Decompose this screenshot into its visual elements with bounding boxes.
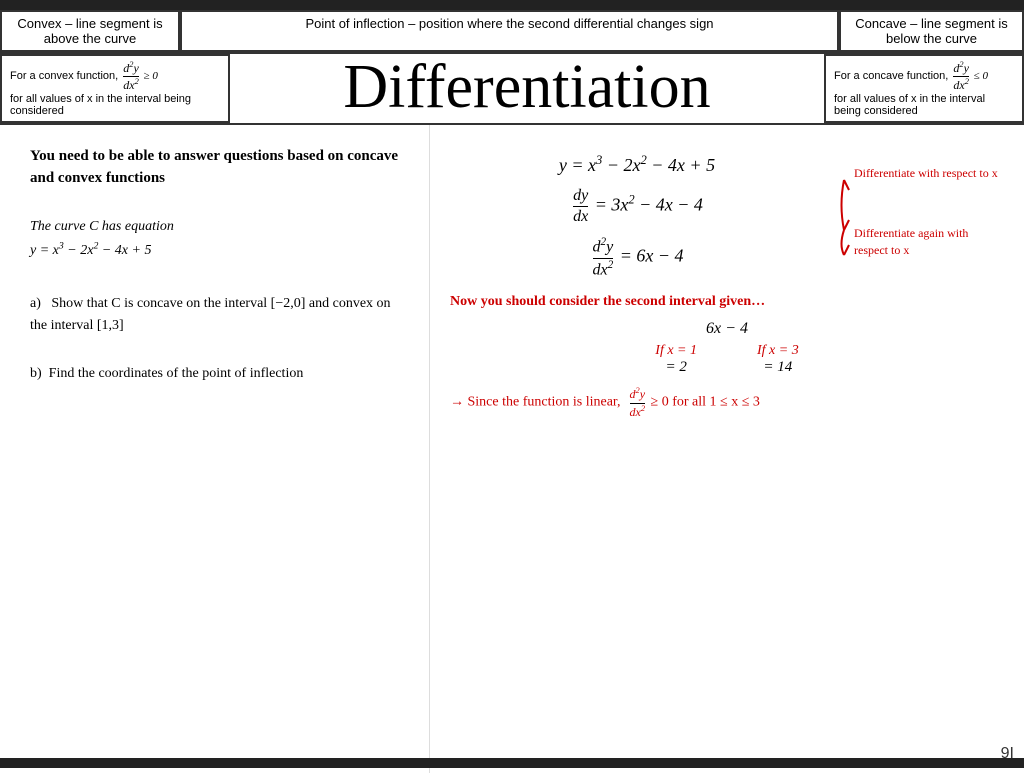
right-panel: y = x3 − 2x2 − 4x + 5 dy dx = 3x2 − 4x −… [430, 125, 1024, 773]
question-b: b) Find the coordinates of the point of … [30, 363, 399, 385]
concave-label: Concave – line segment is below the curv… [855, 16, 1007, 46]
val1-label: = 2 [655, 359, 697, 376]
sub-header-row: For a convex function, d2y dx2 ≥ 0 for a… [0, 54, 1024, 125]
page-title: Differentiation [230, 54, 824, 123]
diff2-annotation: Differentiate again with respect to x [854, 225, 1004, 259]
qa-text: Show that C is concave on the interval [… [30, 296, 391, 333]
eval-x1: If x = 1 = 2 [655, 343, 697, 376]
eval-x3: If x = 3 = 14 [757, 343, 799, 376]
now-consider: Now you should consider the second inter… [450, 294, 1004, 310]
left-panel: You need to be able to answer questions … [0, 125, 430, 773]
since-fraction: d2y dx2 [628, 395, 651, 410]
val3-label: = 14 [757, 359, 799, 376]
inflection-label: Point of inflection – position where the… [305, 16, 713, 31]
convex-formula-box: For a convex function, d2y dx2 ≥ 0 for a… [0, 54, 230, 123]
convex-fraction: d2y dx2 [123, 60, 139, 93]
annotations-block: Differentiate with respect to x Differen… [824, 145, 1004, 289]
content-area: You need to be able to answer questions … [0, 125, 1024, 773]
if-x1-label: If x = 1 [655, 343, 697, 359]
intro-text: You need to be able to answer questions … [30, 145, 399, 190]
diff1-annotation: Differentiate with respect to x [854, 165, 998, 182]
bracket-area: Differentiate with respect to x Differen… [834, 160, 1004, 260]
header-row: Convex – line segment is above the curve… [0, 10, 1024, 54]
equation-1: y = x3 − 2x2 − 4x + 5 [450, 153, 824, 176]
equation-3: d2y dx2 = 6x − 4 [450, 236, 824, 279]
evaluation-row: If x = 1 = 2 If x = 3 = 14 [450, 343, 1004, 376]
qb-text: Find the coordinates of the point of inf… [49, 366, 304, 381]
qb-label: b) [30, 366, 42, 381]
if-x3-label: If x = 3 [757, 343, 799, 359]
concave-sub-text: For a concave function, d2y dx2 ≤ 0 [834, 70, 988, 82]
curve-desc-text: The curve C has equation [30, 219, 174, 234]
question-a: a) Show that C is concave on the interva… [30, 293, 399, 338]
equations-block: y = x3 − 2x2 − 4x + 5 dy dx = 3x2 − 4x −… [450, 145, 824, 289]
bottom-decorative-bar [0, 758, 1024, 768]
concave-formula-box: For a concave function, d2y dx2 ≤ 0 for … [824, 54, 1024, 123]
convex-label: Convex – line segment is above the curve [17, 16, 162, 46]
convex-sub-text: For a convex function, d2y dx2 ≥ 0 [10, 70, 158, 82]
since-text: → Since the function is linear, [450, 395, 624, 410]
inflection-header-box: Point of inflection – position where the… [180, 10, 839, 52]
curve-equation-text: y = x3 − 2x2 − 4x + 5 [30, 243, 151, 258]
qa-label: a) [30, 296, 41, 311]
concave-header-box: Concave – line segment is below the curv… [839, 10, 1024, 52]
since-cond: ≥ 0 for all 1 ≤ x ≤ 3 [651, 395, 760, 410]
since-line: → Since the function is linear, d2y dx2 … [450, 386, 1004, 419]
convex-domain-text: for all values of x in the interval bein… [10, 93, 191, 117]
concave-domain-text: for all values of x in the interval bein… [834, 93, 985, 117]
concave-fraction: d2y dx2 [953, 60, 969, 93]
curve-description: The curve C has equation y = x3 − 2x2 − … [30, 215, 399, 263]
top-decorative-bar [0, 0, 1024, 10]
right-panel-inner: y = x3 − 2x2 − 4x + 5 dy dx = 3x2 − 4x −… [450, 145, 1004, 419]
equation-2: dy dx = 3x2 − 4x − 4 [450, 186, 824, 226]
expr-label: 6x − 4 [450, 320, 1004, 338]
equations-area: y = x3 − 2x2 − 4x + 5 dy dx = 3x2 − 4x −… [450, 145, 1004, 289]
convex-header-box: Convex – line segment is above the curve [0, 10, 180, 52]
page-number: 9I [1001, 745, 1014, 763]
